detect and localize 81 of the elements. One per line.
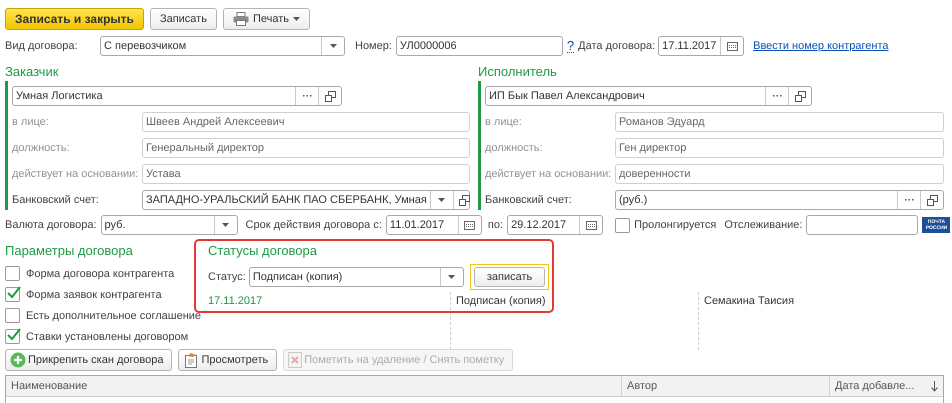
section-title: Параметры договора [5,243,134,260]
checkbox-label: Форма заявок контрагента [26,288,162,300]
checkbox-label: Есть дополнительное соглашение [26,310,202,322]
checkbox-label: Ставки установлены договором [26,330,188,342]
field-label: должность: [485,142,544,154]
column-header[interactable]: Автор [621,376,829,396]
calendar-icon [726,42,738,50]
field-label: в лице: [12,116,50,128]
start-date-field[interactable]: 11.01.2017 [386,215,482,235]
counterparty-field[interactable]: ИП Бык Павел Александрович [485,86,812,106]
tracking-field[interactable] [806,215,918,235]
enter-number-link[interactable]: Ввести номер контрагента [753,40,888,52]
checkbox[interactable] [5,266,20,281]
section-title: Статусы договора [208,243,318,260]
column-header[interactable]: Дата добавле... [829,376,943,396]
caret-icon [293,17,300,21]
caret-icon [448,275,456,279]
checkbox-label: Пролонгируется [634,219,716,231]
end-date-field[interactable]: 29.12.2017 [507,215,604,235]
currency-select[interactable]: руб. [100,215,238,235]
checkbox[interactable] [5,287,20,302]
document-icon [183,352,200,368]
calendar-icon [464,220,476,230]
checkbox-label: Форма договора контрагента [26,268,174,280]
save-and-close-button[interactable]: Записать и закрыть [5,8,144,30]
plus-icon [10,352,26,368]
calendar-icon [586,220,597,230]
text-field[interactable]: Швеев Андрей Алексеевич [142,112,470,132]
caret-icon [438,198,446,202]
field-label: Банковский счет: [485,194,573,206]
text-field[interactable]: доверенности [615,164,944,184]
status-date: 17.11.2017 [208,295,262,307]
field-label: Вид договора: [5,40,79,52]
save-button[interactable]: Записать [150,8,217,30]
field-label: Дата договора: [578,40,656,52]
attach-scan-button[interactable]: Прикрепить скан договора [5,349,172,371]
column-header[interactable]: Наименование [6,376,621,396]
number-field[interactable]: УЛ0000006 [396,36,563,56]
open-window-icon [324,90,336,102]
text-field[interactable]: Ген директор [615,138,944,158]
checkbox[interactable] [5,329,20,344]
field-label: Банковский счет: [12,194,100,206]
author-name: Семакина Таисия [704,295,794,307]
prolong-checkbox[interactable] [615,218,630,232]
field-label: Статус: [208,271,246,283]
field-label: по: [488,219,504,231]
bank-account-field[interactable]: ЗАПАДНО-УРАЛЬСКИЙ БАНК ПАО СБЕРБАНК, Умная [142,190,470,210]
open-window-icon [794,90,806,102]
status-name: Подписан (копия) [456,295,546,307]
text-field[interactable]: Романов Эдуард [615,112,944,132]
save-status-button[interactable]: записать [474,267,546,287]
field-label: должность: [12,142,71,154]
printer-icon [232,12,249,26]
text-field[interactable]: Генеральный директор [142,138,470,158]
field-label: Отслеживание: [724,219,802,231]
field-label: Номер: [355,40,392,52]
field-label: действует на основании: [485,168,612,180]
field-label: действует на основании: [12,168,140,180]
counterparty-field[interactable]: Умная Логистика [12,86,342,106]
caret-icon [222,223,230,227]
open-window-icon [926,194,938,206]
text-field[interactable]: Устава [142,164,470,184]
field-label: Валюта договора: [5,219,97,231]
delete-mark-icon [288,352,302,368]
bank-account-field[interactable]: (руб.) [615,190,944,210]
checkbox[interactable] [5,308,20,323]
open-window-icon [459,194,470,206]
contract-type-select[interactable]: С перевозчиком [100,36,345,56]
field-label: в лице: [485,116,523,128]
section-title: Исполнитель [478,64,558,81]
check-icon [7,286,21,299]
section-title: Заказчик [5,64,60,81]
view-button[interactable]: Просмотреть [178,349,278,371]
help-link[interactable]: ? [566,39,574,53]
check-icon [7,328,21,341]
field-label: Срок действия договора с: [246,219,382,231]
date-field[interactable]: 17.11.2017 [658,36,744,56]
caret-icon [330,44,336,48]
print-menu-button[interactable]: Печать [222,8,310,30]
status-select[interactable]: Подписан (копия) [248,267,464,287]
sort-down-icon [931,380,938,392]
